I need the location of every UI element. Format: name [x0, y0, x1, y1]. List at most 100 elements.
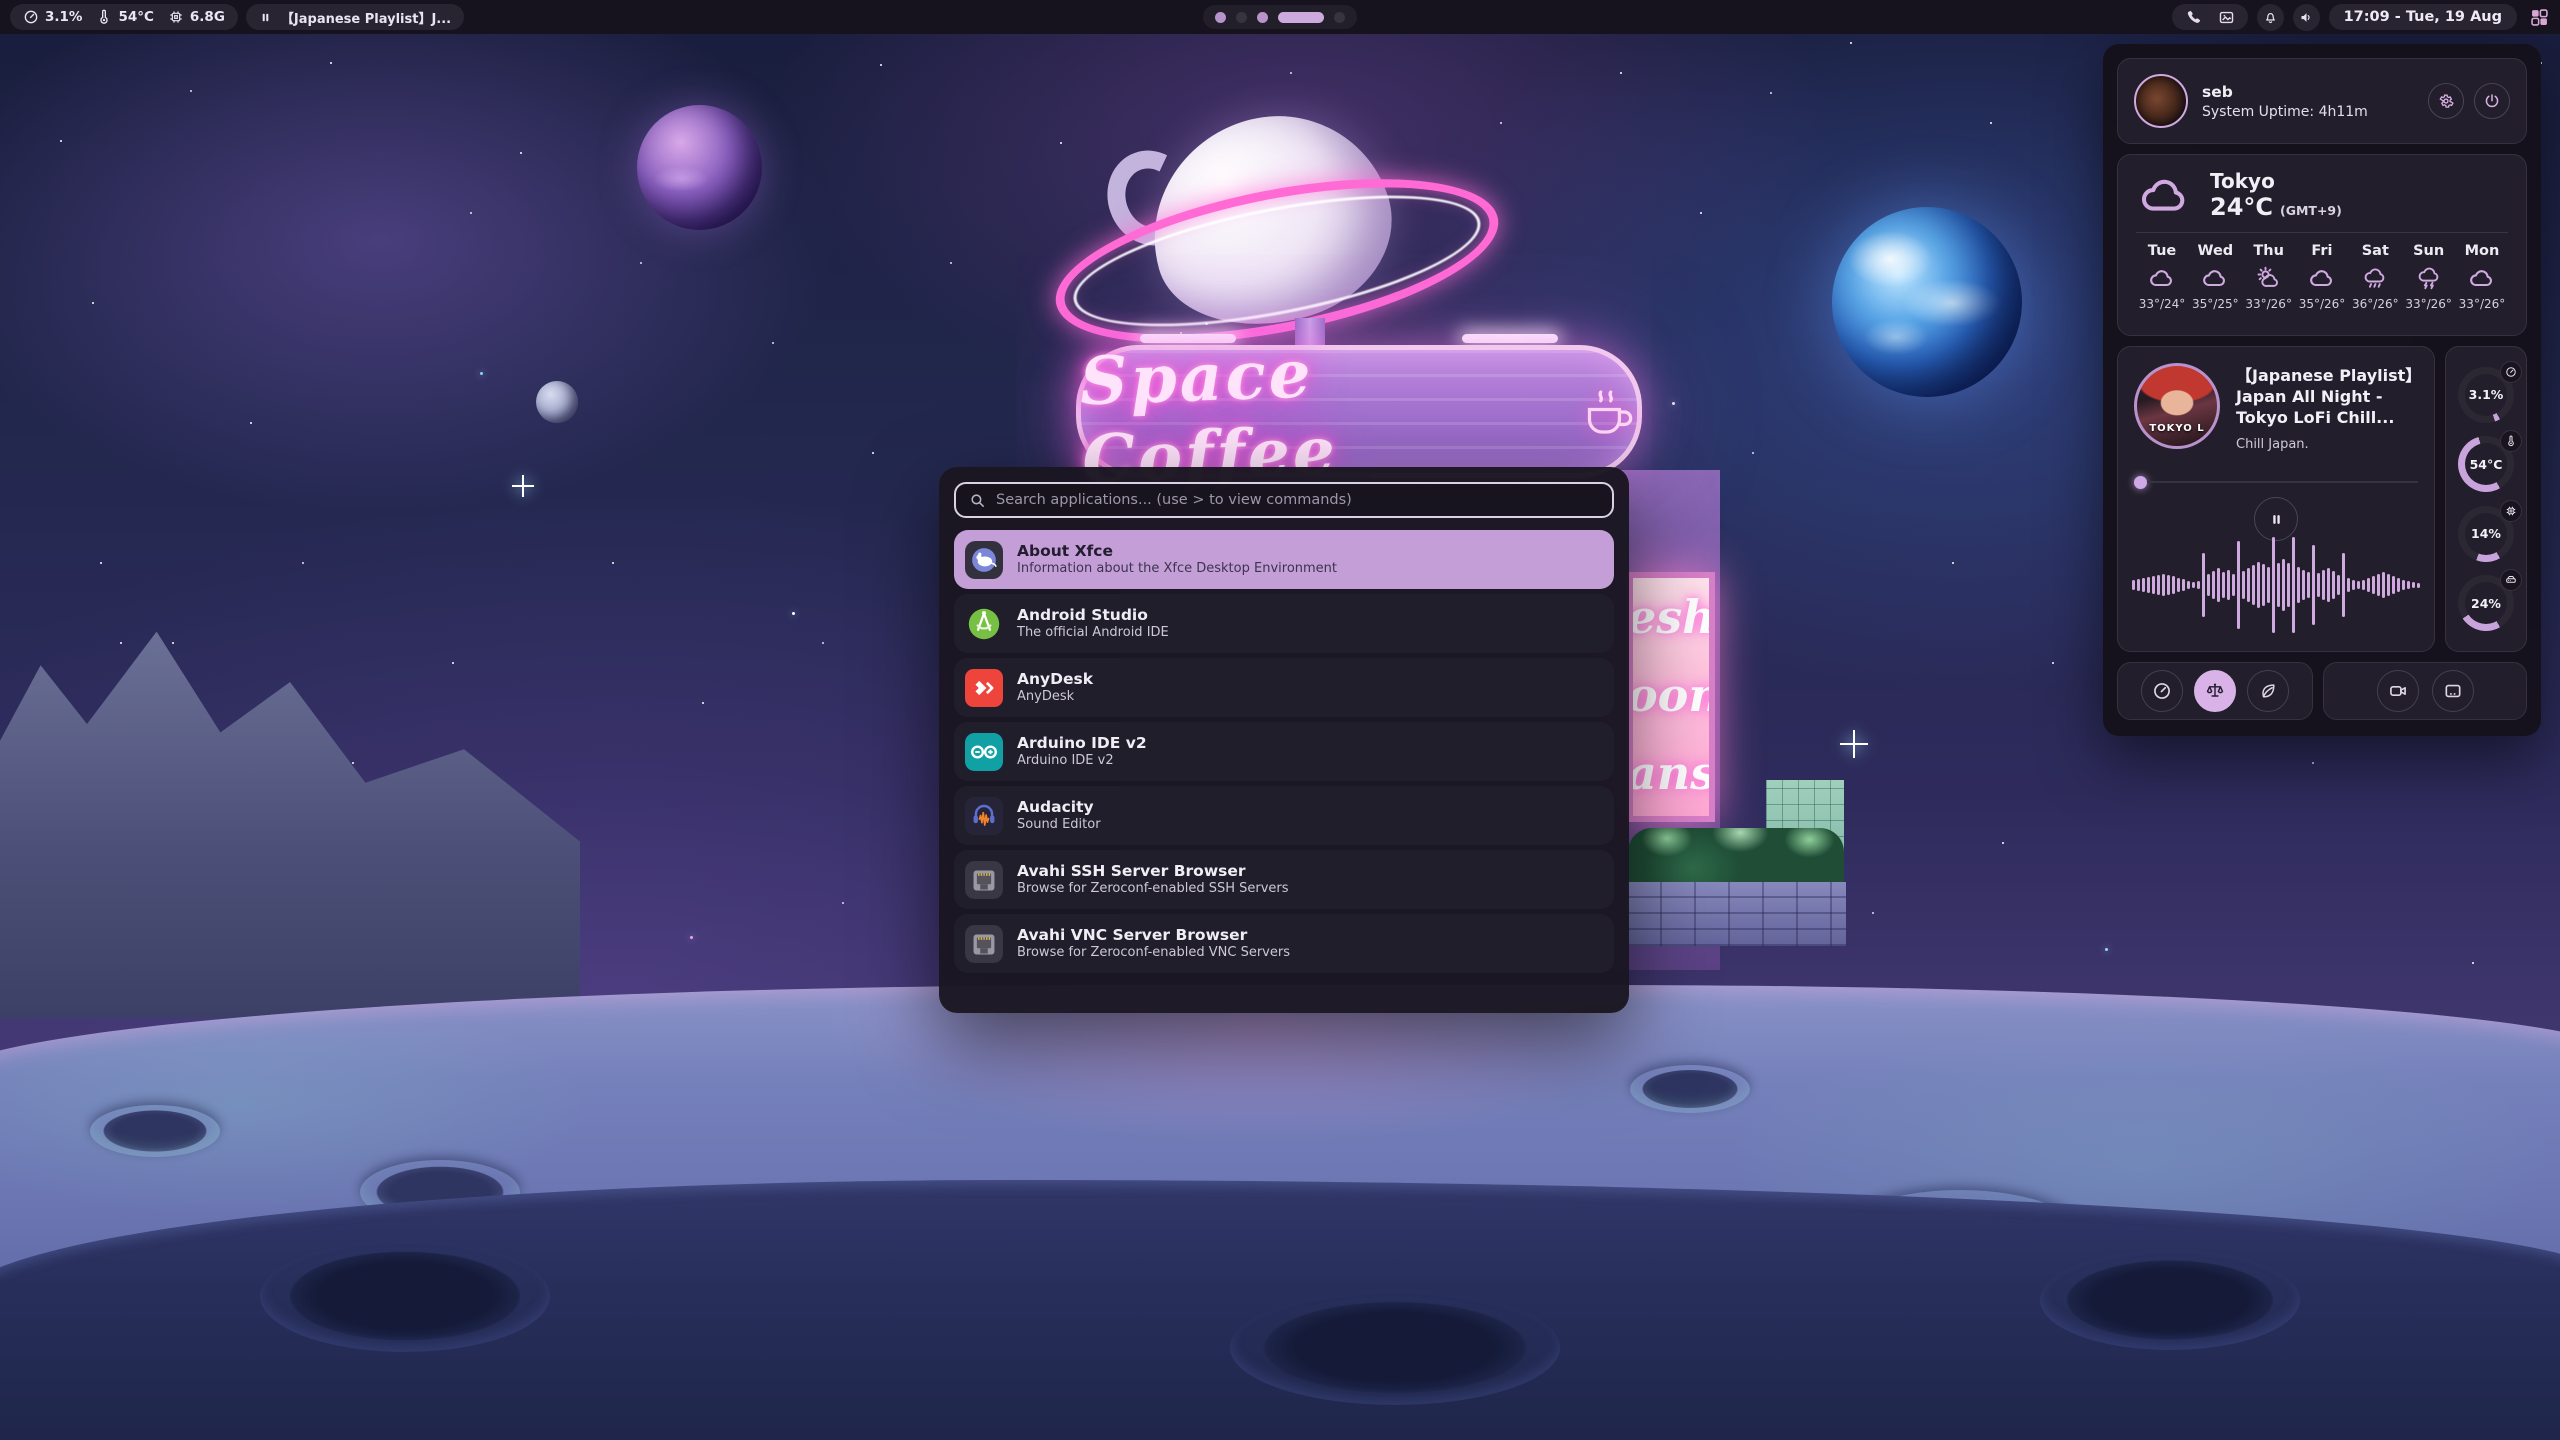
now-playing-pill[interactable]: 【Japanese Playlist】J... — [246, 4, 464, 30]
top-bar-right: 17:09 - Tue, 19 Aug — [2172, 4, 2550, 31]
workspace-dot-4[interactable] — [1278, 12, 1324, 23]
waveform-bar — [2357, 581, 2360, 589]
sun-cloud-icon — [2255, 266, 2283, 290]
waveform-bar — [2297, 567, 2300, 603]
dashboard-panel: seb System Uptime: 4h11m Tokyo 24°C — [2103, 44, 2541, 736]
seek-knob[interactable] — [2134, 476, 2147, 489]
gauge-badge — [2500, 361, 2522, 383]
app-grid-icon[interactable] — [2529, 7, 2550, 28]
gauge-speedometer: 3.1% — [2458, 367, 2514, 423]
avahi-app-icon — [965, 861, 1003, 899]
app-name: Audacity — [1017, 797, 1101, 817]
waveform-bar — [2132, 580, 2135, 590]
media-player-card: TOKYO L 【Japanese Playlist】 Japan All Ni… — [2117, 346, 2435, 652]
notifications-button[interactable] — [2257, 4, 2284, 31]
forecast-day-label: Wed — [2197, 243, 2233, 259]
app-row-anydesk[interactable]: AnyDesk AnyDesk — [954, 658, 1614, 717]
waveform-bar — [2402, 580, 2405, 590]
pause-icon — [259, 11, 272, 24]
app-description: Browse for Zeroconf-enabled VNC Servers — [1017, 945, 1290, 961]
app-row-avahi-ssh-server-browser[interactable]: Avahi SSH Server Browser Browse for Zero… — [954, 850, 1614, 909]
stat-value: 3.1% — [45, 9, 82, 25]
weather-card: Tokyo 24°C (GMT+9) Tue 33°/24° Wed 35°/2… — [2117, 154, 2527, 336]
power-profile-balanced-button[interactable] — [2194, 670, 2236, 712]
forecast-day-label: Tue — [2148, 243, 2176, 259]
workspace-dot-1[interactable] — [1215, 12, 1226, 23]
forecast-day-label: Thu — [2253, 243, 2284, 259]
seek-bar[interactable] — [2134, 475, 2418, 489]
waveform-bar — [2317, 573, 2320, 597]
search-bar[interactable] — [954, 482, 1614, 518]
stat-value: 54°C — [118, 9, 153, 25]
waveform-bar — [2352, 580, 2355, 590]
power-icon — [2483, 92, 2501, 110]
system-gauges-card: 3.1% 54°C 14% 24% — [2445, 346, 2527, 652]
app-row-avahi-vnc-server-browser[interactable]: Avahi VNC Server Browser Browse for Zero… — [954, 914, 1614, 973]
power-profile-performance-button[interactable] — [2141, 670, 2183, 712]
waveform-bar — [2217, 568, 2220, 602]
top-bar: 3.1%54°C6.8G 【Japanese Playlist】J... 17:… — [0, 0, 2560, 34]
app-name: Avahi SSH Server Browser — [1017, 861, 1289, 881]
volume-button[interactable] — [2293, 4, 2320, 31]
waveform-bar — [2257, 562, 2260, 608]
chip-icon — [168, 9, 184, 25]
system-stat: 3.1% — [23, 9, 82, 25]
forecast-day: Mon 33°/26° — [2456, 243, 2508, 311]
divider — [2136, 232, 2508, 233]
system-tray-pill[interactable] — [2172, 4, 2248, 30]
app-name: AnyDesk — [1017, 669, 1093, 689]
screenshot-icon — [2443, 681, 2463, 701]
power-button[interactable] — [2474, 83, 2510, 119]
small-moon — [536, 381, 578, 423]
app-list: About Xfce Information about the Xfce De… — [954, 530, 1614, 973]
system-stats-pill[interactable]: 3.1%54°C6.8G — [10, 4, 238, 30]
waveform-bar — [2222, 572, 2225, 598]
workspace-dot-3[interactable] — [1257, 12, 1268, 23]
waveform-bar — [2267, 567, 2270, 603]
app-row-audacity[interactable]: Audacity Sound Editor — [954, 786, 1614, 845]
clock[interactable]: 17:09 - Tue, 19 Aug — [2329, 4, 2517, 30]
forecast-temps: 33°/26° — [2245, 297, 2292, 311]
screenshot-button[interactable] — [2432, 670, 2474, 712]
app-row-android-studio[interactable]: Android Studio The official Android IDE — [954, 594, 1614, 653]
star-sparkle — [1840, 730, 1868, 758]
forecast-temps: 33°/26° — [2459, 297, 2506, 311]
search-input[interactable] — [996, 492, 1599, 508]
speaker-icon — [2299, 10, 2314, 25]
waveform-bar — [2342, 553, 2345, 617]
neon-sign: Space Coffee — [1076, 345, 1642, 478]
crater — [1630, 1065, 1750, 1113]
pause-icon — [2269, 512, 2284, 527]
seek-track — [2147, 481, 2418, 483]
waveform-bar — [2162, 574, 2165, 596]
app-description: AnyDesk — [1017, 689, 1093, 705]
power-profile-power-saver-button[interactable] — [2247, 670, 2289, 712]
cloud-icon — [2136, 173, 2194, 217]
waveform-bar — [2152, 576, 2155, 594]
app-row-arduino-ide-v2[interactable]: Arduino IDE v2 Arduino IDE v2 — [954, 722, 1614, 781]
forecast-day-label: Sun — [2413, 243, 2444, 259]
screen-record-button[interactable] — [2377, 670, 2419, 712]
waveform-bar — [2192, 582, 2195, 588]
album-art: TOKYO L — [2134, 363, 2220, 449]
waveform-bar — [2172, 576, 2175, 594]
avatar — [2134, 74, 2188, 128]
thermometer-icon — [96, 9, 112, 25]
album-art-text: TOKYO L — [2149, 423, 2204, 434]
android-studio-app-icon — [965, 605, 1003, 643]
window-neon-text: ans — [1627, 734, 1709, 812]
app-row-about-xfce[interactable]: About Xfce Information about the Xfce De… — [954, 530, 1614, 589]
waveform-bar — [2287, 563, 2290, 607]
forecast-day: Sun 33°/26° — [2403, 243, 2455, 311]
workspace-dot-2[interactable] — [1236, 12, 1247, 23]
earth-planet — [1832, 207, 2022, 397]
cloud-icon — [2148, 266, 2176, 290]
workspace-dot-5[interactable] — [1334, 12, 1345, 23]
waveform-bar — [2337, 575, 2340, 595]
crater — [2040, 1250, 2300, 1350]
settings-button[interactable] — [2428, 83, 2464, 119]
search-icon — [969, 492, 986, 509]
waveform-bar — [2197, 581, 2200, 589]
waveform-bar — [2227, 570, 2230, 600]
workspace-indicator[interactable] — [1203, 5, 1357, 29]
